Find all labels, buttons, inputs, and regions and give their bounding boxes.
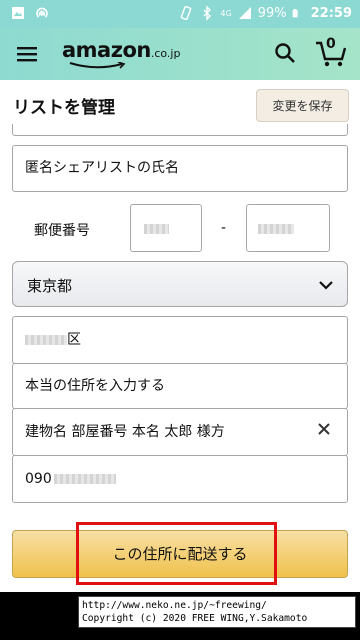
postal-code-separator: - <box>221 220 227 236</box>
postal-code-first-masked <box>144 224 169 234</box>
phone-masked <box>53 474 116 484</box>
logo-domain: .co.jp <box>150 47 181 60</box>
page-title: リストを管理 <box>13 98 115 118</box>
vibrate-icon <box>181 5 192 21</box>
cart-button[interactable]: 0 <box>314 36 348 69</box>
prefecture-select[interactable]: 東京都 <box>12 261 348 307</box>
clear-icon[interactable] <box>315 420 333 438</box>
app-header: amazon.co.jp 0 <box>0 28 360 80</box>
scrolled-field[interactable] <box>12 124 348 136</box>
chevron-down-icon <box>319 281 333 290</box>
anonymous-name-field[interactable]: 匿名シェアリストの氏名 <box>12 145 348 192</box>
clock: 22:59 <box>310 5 352 21</box>
prefecture-value: 東京都 <box>27 277 73 295</box>
status-bar: 4G 99% 22:59 <box>0 0 360 28</box>
image-notification-icon <box>12 7 24 19</box>
phone-field[interactable]: 090 <box>12 455 348 503</box>
deliver-button-label: この住所に配送する <box>112 545 248 563</box>
postal-code-label: 郵便番号 <box>34 223 90 239</box>
anonymous-name-value: 匿名シェアリストの氏名 <box>25 160 179 176</box>
amazon-logo[interactable]: amazon.co.jp <box>62 38 181 69</box>
signal-icon <box>238 7 251 19</box>
city-field[interactable]: 区 <box>12 316 348 364</box>
city-masked <box>25 335 67 345</box>
deliver-to-address-button[interactable]: この住所に配送する <box>12 530 348 578</box>
hotspot-icon <box>36 7 48 18</box>
address-field[interactable]: 本当の住所を入力する <box>12 363 348 409</box>
copyright-notice: http://www.neko.ne.jp/~freewing/ Copyrig… <box>78 596 356 628</box>
cart-count: 0 <box>326 36 336 52</box>
save-changes-button[interactable]: 変更を保存 <box>256 89 349 122</box>
copyright-url: http://www.neko.ne.jp/~freewing/ <box>82 600 267 611</box>
building-value: 建物名 部屋番号 本名 太郎 様方 <box>25 424 225 440</box>
postal-code-second-masked <box>258 224 294 234</box>
search-icon[interactable] <box>274 42 296 64</box>
postal-code-first-input[interactable] <box>130 204 202 252</box>
building-field[interactable]: 建物名 部屋番号 本名 太郎 様方 <box>12 408 348 456</box>
phone-prefix: 090 <box>25 471 52 487</box>
battery-percent: 99% <box>257 5 287 21</box>
battery-icon <box>292 8 298 18</box>
logo-wordmark: amazon <box>62 38 151 62</box>
bluetooth-icon <box>203 5 212 21</box>
city-suffix: 区 <box>67 332 81 348</box>
copyright-text: Copyright (c) 2020 FREE WING,Y.Sakamoto <box>82 613 308 624</box>
page: 4G 99% 22:59 amazon.co.jp 0 リストを管理 変更を保存… <box>0 0 360 640</box>
network-type: 4G <box>220 8 232 18</box>
logo-smile-icon <box>69 62 126 69</box>
postal-code-second-input[interactable] <box>246 204 330 252</box>
hamburger-menu-icon[interactable] <box>16 43 38 65</box>
address-value: 本当の住所を入力する <box>25 378 165 394</box>
